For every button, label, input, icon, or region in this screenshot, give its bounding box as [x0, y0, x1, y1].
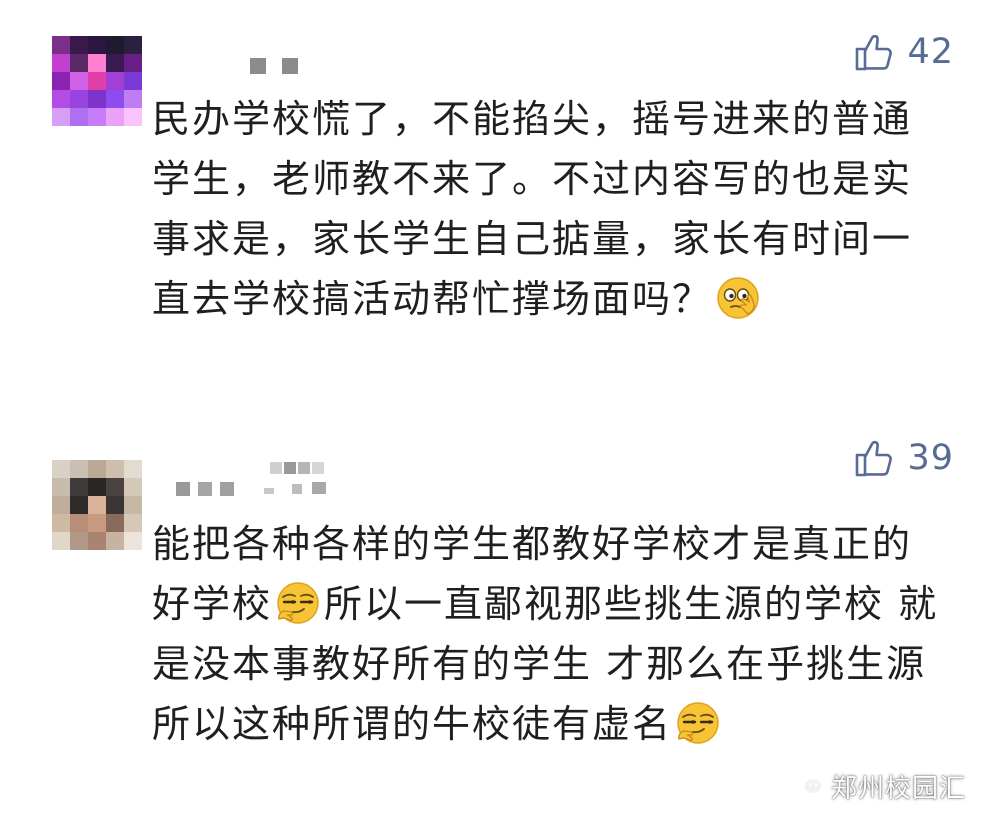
like-count: 39	[907, 438, 954, 478]
thumbs-up-icon	[853, 437, 895, 479]
like-count: 42	[907, 32, 954, 72]
nickname-redacted[interactable]	[172, 460, 342, 496]
smirk-face-emoji	[274, 579, 322, 627]
comment-text: 能把各种各样的学生都教好学校才是真正的好学校 所以一直鄙视那些挑生源的学校 就是…	[152, 514, 942, 754]
avatar[interactable]	[52, 460, 142, 550]
watermark: 郑州校园汇	[787, 767, 966, 806]
comment-card: 42 民办学校慌了，不能掐尖，摇号进来的普通学生，老师教不来了。不过内容写的也是…	[0, 0, 1000, 420]
like-button[interactable]: 42	[853, 28, 954, 76]
smirk-face-emoji	[674, 699, 722, 747]
comment-text: 民办学校慌了，不能掐尖，摇号进来的普通学生，老师教不来了。不过内容写的也是实事求…	[152, 89, 942, 329]
watermark-label: 郑州校园汇	[830, 774, 966, 804]
thumbs-up-icon	[853, 31, 895, 73]
comment-text-body: 民办学校慌了，不能掐尖，摇号进来的普通学生，老师教不来了。不过内容写的也是实事求…	[152, 97, 913, 321]
pixelated-avatar-image	[52, 460, 142, 550]
nickname-redacted[interactable]	[246, 52, 306, 78]
avatar[interactable]	[52, 36, 142, 126]
thinking-face-emoji	[714, 274, 762, 322]
like-button[interactable]: 39	[853, 434, 954, 482]
wechat-icon	[787, 767, 831, 806]
pixelated-avatar-image	[52, 36, 142, 126]
